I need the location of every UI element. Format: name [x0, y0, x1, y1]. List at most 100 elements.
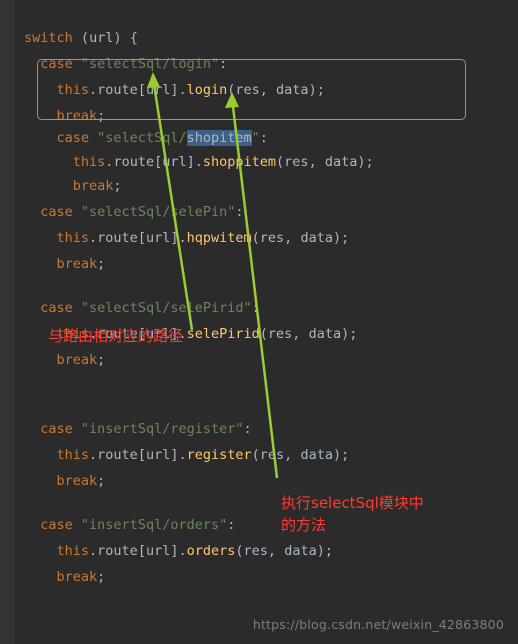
code-token: [	[137, 82, 146, 98]
code-token: break	[56, 569, 98, 585]
code-token: case	[40, 204, 73, 220]
code-token: ].	[170, 82, 187, 98]
code-token: res	[259, 230, 285, 246]
code-token: break	[56, 108, 98, 124]
code-token: [	[137, 543, 146, 559]
code-token: ,	[308, 154, 325, 170]
annotation-route-note: 与路由相对应的路径	[48, 327, 184, 345]
code-line: this.route[url].login(res, data);	[14, 78, 518, 104]
code-token: "selectSql/selePirid"	[80, 300, 252, 316]
code-token: route	[113, 154, 155, 170]
editor-gutter	[0, 0, 14, 644]
code-line: break;	[14, 174, 518, 200]
code-token: break	[56, 352, 98, 368]
code-token: "	[251, 130, 260, 146]
code-token: :	[219, 56, 228, 72]
code-token: url	[145, 230, 171, 246]
code-token: ,	[284, 447, 301, 463]
code-token: route	[97, 447, 138, 463]
code-token: ;	[97, 256, 106, 272]
code-token: res	[267, 326, 293, 342]
code-line: case "selectSql/shopitem":	[14, 126, 518, 152]
code-token: (	[276, 154, 285, 170]
code-token: "insertSql/orders"	[80, 517, 228, 533]
code-token: ,	[284, 230, 301, 246]
code-token: "selectSql/selePin"	[80, 204, 236, 220]
code-token: ,	[292, 326, 309, 342]
annotation-module-line2: 的方法	[281, 516, 327, 534]
code-line: break;	[14, 252, 518, 278]
code-token: url	[145, 447, 171, 463]
code-token: (	[235, 543, 244, 559]
code-token: ;	[97, 473, 106, 489]
code-token: data	[284, 543, 317, 559]
code-token: data	[300, 447, 333, 463]
code-token: url	[89, 30, 114, 46]
code-token: switch	[24, 30, 73, 46]
code-token: break	[72, 178, 114, 194]
code-token: data	[300, 230, 333, 246]
code-token: case	[40, 517, 73, 533]
code-token: ].	[186, 154, 203, 170]
code-token: (	[251, 230, 260, 246]
code-token: (	[259, 326, 268, 342]
code-token: break	[56, 473, 98, 489]
code-token: );	[357, 154, 374, 170]
code-token: .	[89, 82, 98, 98]
code-token: :	[235, 204, 244, 220]
code-token: url	[162, 154, 187, 170]
code-editor-area[interactable]: switch (url) { case "selectSql/login": t…	[14, 0, 518, 644]
code-line: this.route[url].orders(res, data);	[14, 539, 518, 565]
code-line: break;	[14, 469, 518, 495]
code-token: .	[89, 543, 98, 559]
code-token: res	[284, 154, 309, 170]
screenshot-root: switch (url) { case "selectSql/login": t…	[0, 0, 518, 644]
code-token: (	[251, 447, 260, 463]
code-line: case "insertSql/register":	[14, 417, 518, 443]
code-token: register	[186, 447, 252, 463]
code-line: case "selectSql/selePin":	[14, 200, 518, 226]
code-token: hqpwitem	[186, 230, 252, 246]
code-token: break	[56, 256, 98, 272]
code-line: this.route[url].shoppitem(res, data);	[14, 150, 518, 176]
code-token: res	[235, 82, 260, 98]
code-token: );	[332, 230, 350, 246]
code-line: break;	[14, 565, 518, 591]
code-line: case "selectSql/login":	[14, 52, 518, 78]
code-token: ;	[97, 569, 106, 585]
code-token: this	[56, 447, 90, 463]
code-token: ].	[170, 230, 187, 246]
code-token: this	[56, 543, 90, 559]
code-token: res	[243, 543, 268, 559]
code-line: case "insertSql/orders":	[14, 513, 518, 539]
code-token: ;	[97, 352, 106, 368]
code-token: route	[97, 543, 138, 559]
code-token: (	[80, 30, 90, 46]
code-token: res	[259, 447, 285, 463]
code-token: orders	[186, 543, 236, 559]
code-token: "selectSql/login"	[80, 56, 220, 72]
code-token: this	[56, 230, 90, 246]
code-token: case	[40, 300, 73, 316]
code-token: route	[97, 230, 138, 246]
code-token: :	[251, 300, 260, 316]
code-token: shopitem	[186, 130, 252, 146]
code-token: case	[56, 130, 90, 146]
code-token: );	[341, 326, 358, 342]
